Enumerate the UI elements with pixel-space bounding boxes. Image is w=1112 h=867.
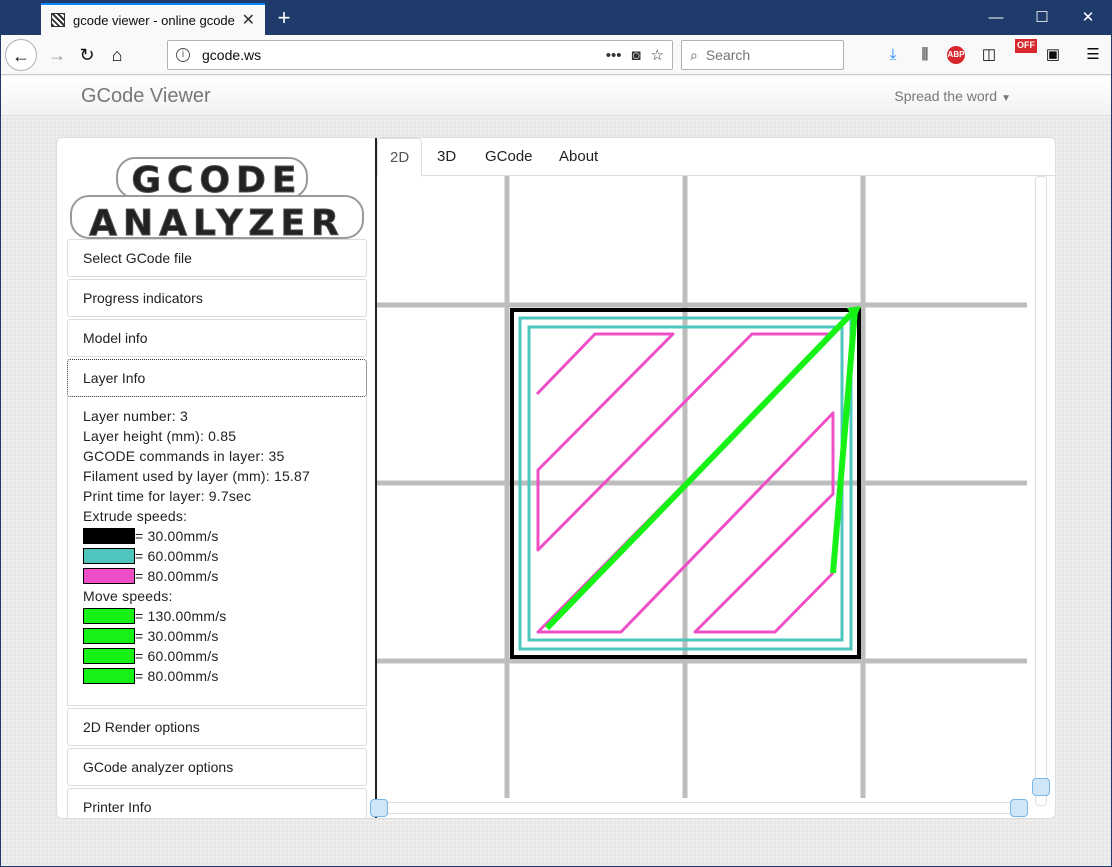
browser-tab[interactable]: gcode viewer - online gcode viewer ✕ (41, 3, 265, 35)
speed-swatch (83, 668, 135, 684)
main-container: GCODE ANALYZER Select GCode file Progres… (56, 137, 1056, 819)
tab-gcode[interactable]: GCode (473, 138, 545, 176)
layer-number: Layer number: 3 (83, 408, 188, 424)
speed-swatch (83, 608, 135, 624)
speed-label: = 60.00mm/s (135, 548, 219, 564)
extrude-speed-row: = 80.00mm/s (83, 566, 351, 586)
search-input[interactable]: ⌕ Search (681, 40, 844, 70)
speed-label: = 80.00mm/s (135, 668, 219, 684)
section-label: Model info (83, 330, 148, 346)
sidebar-icon[interactable]: ◫ (977, 43, 1001, 67)
speed-label: = 130.00mm/s (135, 608, 227, 624)
site-brand[interactable]: GCode Viewer (81, 85, 211, 108)
close-window-button[interactable]: ✕ (1065, 1, 1111, 35)
section-progress-indicators[interactable]: Progress indicators (67, 279, 367, 317)
tab-3d[interactable]: 3D (425, 138, 468, 176)
horizontal-progress-slider[interactable] (377, 802, 1021, 814)
gcode-analyzer-logo: GCODE ANALYZER (70, 157, 364, 240)
section-label: Select GCode file (83, 250, 192, 266)
extrude-speeds-title: Extrude speeds: (83, 508, 188, 524)
search-placeholder: Search (705, 47, 751, 63)
speed-swatch (83, 568, 135, 584)
minimize-button[interactable]: — (973, 1, 1019, 35)
site-header: GCode Viewer Spread the word ▼ (1, 76, 1111, 116)
vertical-slider-handle[interactable] (1032, 778, 1050, 796)
section-label: 2D Render options (83, 719, 200, 735)
view-tabs: 2D 3D GCode About (377, 138, 1055, 177)
back-icon[interactable]: ← (5, 39, 37, 71)
section-label: Printer Info (83, 799, 152, 815)
spread-the-word-dropdown[interactable]: Spread the word ▼ (894, 88, 1011, 104)
navigation-toolbar: ← → ↻ ⌂ i gcode.ws ••• ◙ ☆ ⌕ Search ⤓ ⫼ … (1, 35, 1111, 75)
maximize-button[interactable]: ☐ (1019, 1, 1065, 35)
section-select-gcode-file[interactable]: Select GCode file (67, 239, 367, 277)
tab-strip: gcode viewer - online gcode viewer ✕ + —… (1, 1, 1111, 35)
layer-info-panel: Layer number: 3 Layer height (mm): 0.85 … (67, 396, 367, 706)
favicon-icon (51, 13, 65, 27)
section-label: Progress indicators (83, 290, 203, 306)
search-icon: ⌕ (690, 46, 698, 63)
section-gcode-analyzer-options[interactable]: GCode analyzer options (67, 748, 367, 786)
section-model-info[interactable]: Model info (67, 319, 367, 357)
grid-lines (377, 176, 1027, 798)
browser-window: gcode viewer - online gcode viewer ✕ + —… (1, 1, 1111, 866)
pocket-icon[interactable]: ◙ (631, 47, 640, 64)
section-layer-info[interactable]: Layer Info (67, 359, 367, 397)
extrude-speed-row: = 30.00mm/s (83, 526, 351, 546)
speed-label: = 80.00mm/s (135, 568, 219, 584)
page-actions-icon[interactable]: ••• (606, 47, 622, 64)
bookmark-star-icon[interactable]: ☆ (651, 46, 664, 64)
menu-icon[interactable]: ☰ (1081, 43, 1105, 67)
horizontal-slider-handle-end[interactable] (1010, 799, 1028, 817)
page-background: GCODE ANALYZER Select GCode file Progres… (1, 117, 1111, 866)
download-icon[interactable]: ⤓ (881, 43, 905, 67)
filament-used: Filament used by layer (mm): 15.87 (83, 468, 310, 484)
move-speed-row: = 30.00mm/s (83, 626, 351, 646)
speed-swatch (83, 548, 135, 564)
speed-swatch (83, 628, 135, 644)
adblock-icon[interactable]: ABP (947, 46, 965, 64)
address-bar[interactable]: i gcode.ws ••• ◙ ☆ (167, 40, 673, 70)
home-icon[interactable]: ⌂ (101, 39, 133, 71)
close-tab-icon[interactable]: ✕ (242, 10, 255, 30)
vertical-layer-slider[interactable] (1035, 176, 1047, 806)
info-icon[interactable]: i (176, 48, 190, 62)
move-speed-row: = 60.00mm/s (83, 646, 351, 666)
section-2d-render-options[interactable]: 2D Render options (67, 708, 367, 746)
caret-down-icon: ▼ (1001, 93, 1011, 104)
extrude-speed-row: = 60.00mm/s (83, 546, 351, 566)
off-badge[interactable]: OFF (1015, 39, 1037, 53)
horizontal-slider-handle-start[interactable] (370, 799, 388, 817)
reload-icon[interactable]: ↻ (71, 39, 103, 71)
section-printer-info[interactable]: Printer Info (67, 788, 367, 818)
speed-label: = 30.00mm/s (135, 528, 219, 544)
speed-swatch (83, 648, 135, 664)
section-label: GCode analyzer options (83, 759, 234, 775)
gcode-commands: GCODE commands in layer: 35 (83, 448, 285, 464)
new-tab-button[interactable]: + (269, 3, 299, 33)
extension-icon[interactable]: ▣ (1041, 43, 1065, 67)
print-time: Print time for layer: 9.7sec (83, 488, 252, 504)
render-canvas-2d[interactable] (377, 176, 1027, 798)
section-label: Layer Info (83, 370, 146, 386)
move-speed-row: = 80.00mm/s (83, 666, 351, 686)
move-speeds-title: Move speeds: (83, 588, 173, 604)
move-speed-row: = 130.00mm/s (83, 606, 351, 626)
tab-about[interactable]: About (547, 138, 610, 176)
layer-height: Layer height (mm): 0.85 (83, 428, 237, 444)
sidebar: GCODE ANALYZER Select GCode file Progres… (57, 138, 375, 818)
spread-label: Spread the word (894, 88, 998, 104)
logo-line-1: GCODE (131, 160, 302, 201)
library-icon[interactable]: ⫼ (913, 43, 937, 67)
speed-swatch (83, 528, 135, 544)
url-text[interactable]: gcode.ws (202, 47, 596, 63)
travel-move (544, 307, 858, 631)
speed-label: = 60.00mm/s (135, 648, 219, 664)
forward-icon[interactable]: → (41, 39, 73, 71)
tab-title: gcode viewer - online gcode viewer (73, 12, 236, 28)
logo-line-2: ANALYZER (89, 203, 345, 240)
speed-label: = 30.00mm/s (135, 628, 219, 644)
tab-2d[interactable]: 2D (377, 138, 423, 177)
